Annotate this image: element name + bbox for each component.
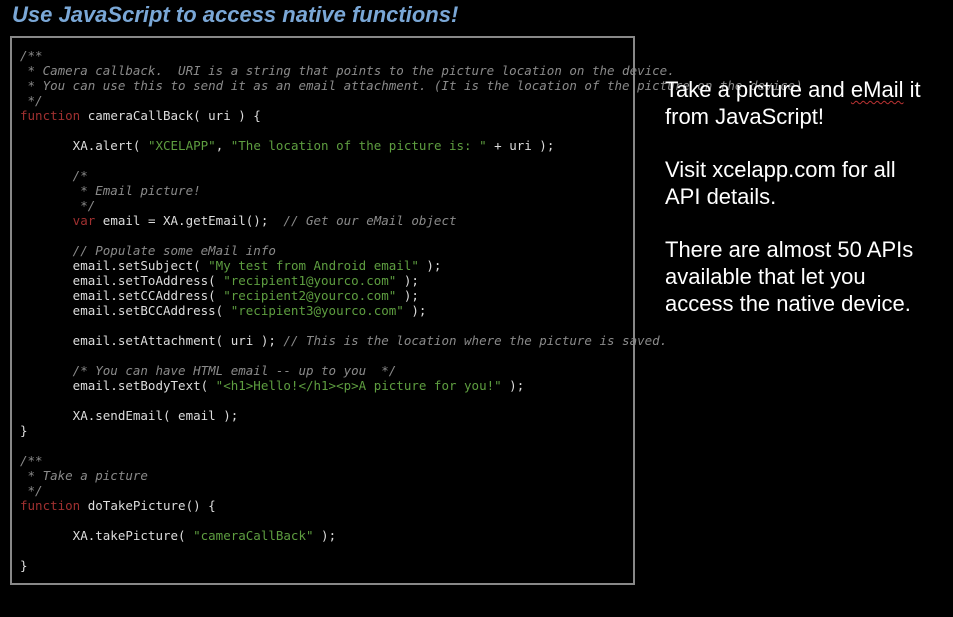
code-keyword: var [20,213,95,228]
code-comment: * Camera callback. URI is a string that … [20,63,675,78]
code-comment: * Email picture! [20,183,201,198]
code-string: "The location of the picture is: " [231,138,487,153]
code-text: .alert( [88,138,148,153]
page-title: Use JavaScript to access native function… [10,0,943,36]
code-text: XA [20,138,88,153]
code-comment: */ [20,198,95,213]
code-text: XA.takePicture( [20,528,193,543]
code-text: email.setCCAddress( [20,288,223,303]
code-string: "XCELAPP" [148,138,216,153]
code-text: email.setBodyText( [20,378,216,393]
code-comment: /** [20,453,43,468]
side-p1-a: Take a picture and [665,77,851,102]
code-text: email.setSubject( [20,258,208,273]
code-text: } [20,558,28,573]
slide: Use JavaScript to access native function… [0,0,953,617]
side-description: Take a picture and eMail it from JavaScr… [665,36,935,343]
code-text: email = XA.getEmail(); [95,213,283,228]
code-string: "recipient1@yourco.com" [223,273,396,288]
side-paragraph-2: Visit xcelapp.com for all API details. [665,156,935,210]
side-p1-squiggle: eMail [851,77,904,102]
code-text: email.setAttachment( uri ); [20,333,283,348]
code-text: + uri ); [487,138,555,153]
code-text: ); [396,273,419,288]
code-text: , [216,138,231,153]
code-text: ); [314,528,337,543]
code-text: ); [404,303,427,318]
code-text: email.setBCCAddress( [20,303,231,318]
code-string: "recipient2@yourco.com" [223,288,396,303]
code-comment: * Take a picture [20,468,148,483]
code-comment: /* [20,168,88,183]
code-text: ); [419,258,442,273]
code-string: "My test from Android email" [208,258,419,273]
code-comment: /** [20,48,43,63]
code-string: "recipient3@yourco.com" [231,303,404,318]
side-paragraph-1: Take a picture and eMail it from JavaScr… [665,76,935,130]
code-block: /** * Camera callback. URI is a string t… [10,36,635,585]
code-text: XA.sendEmail( email ); [20,408,238,423]
code-comment: // Get our eMail object [283,213,456,228]
code-string: "<h1>Hello!</h1><p>A picture for you!" [216,378,502,393]
side-paragraph-3: There are almost 50 APIs available that … [665,236,935,317]
code-text: email.setToAddress( [20,273,223,288]
code-text: } [20,423,28,438]
code-text: ); [396,288,419,303]
code-comment: /* You can have HTML email -- up to you … [20,363,396,378]
code-text: ); [502,378,525,393]
code-comment: // This is the location where the pictur… [283,333,667,348]
code-text: cameraCallBack( uri ) { [80,108,261,123]
content-row: /** * Camera callback. URI is a string t… [10,36,943,585]
code-comment: */ [20,483,43,498]
code-keyword: function [20,108,80,123]
code-keyword: function [20,498,80,513]
code-comment: // Populate some eMail info [20,243,276,258]
code-text: doTakePicture() { [80,498,215,513]
code-comment: */ [20,93,43,108]
code-string: "cameraCallBack" [193,528,313,543]
